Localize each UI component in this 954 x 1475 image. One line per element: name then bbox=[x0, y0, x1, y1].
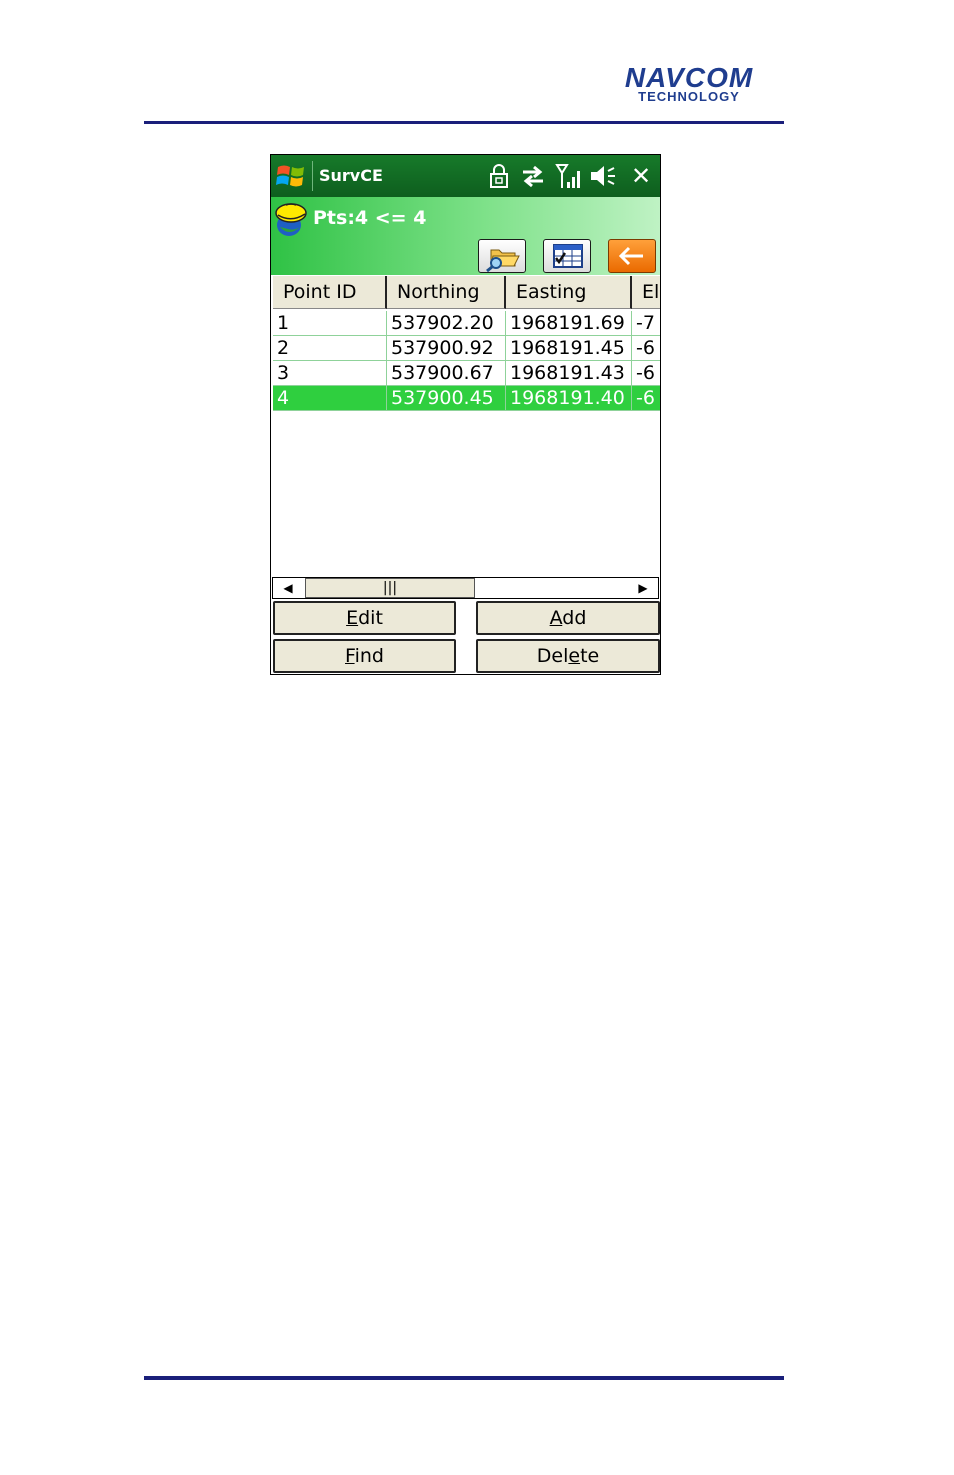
cell-easting: 1968191.69 bbox=[506, 311, 632, 336]
scroll-right-icon[interactable]: ▶ bbox=[630, 578, 656, 598]
delete-label: te bbox=[580, 645, 600, 667]
device-screen: SurvCE ✕ Pts:4 <= 4 Point ID Northing Ea… bbox=[270, 154, 661, 675]
points-count-title: Pts:4 <= 4 bbox=[313, 207, 427, 229]
open-folder-icon bbox=[486, 249, 520, 273]
cell-northing: 537900.45 bbox=[387, 386, 506, 411]
table-row-selected[interactable]: 4 537900.45 1968191.40 -6 bbox=[271, 386, 660, 411]
cell-elevation: -6 bbox=[632, 361, 660, 386]
close-icon[interactable]: ✕ bbox=[627, 161, 655, 191]
cell-northing: 537900.67 bbox=[387, 361, 506, 386]
back-button[interactable] bbox=[608, 239, 656, 273]
find-button[interactable]: Find bbox=[273, 639, 456, 673]
edit-label: dit bbox=[358, 607, 383, 629]
app-title: SurvCE bbox=[319, 166, 383, 185]
survce-helmet-icon bbox=[275, 203, 307, 236]
column-header-northing[interactable]: Northing bbox=[387, 276, 506, 309]
title-bar: SurvCE ✕ bbox=[271, 155, 660, 197]
cell-point-id: 2 bbox=[273, 336, 387, 361]
cell-easting: 1968191.45 bbox=[506, 336, 632, 361]
find-mnemonic: F bbox=[345, 645, 355, 667]
add-mnemonic: A bbox=[549, 607, 563, 629]
header-rule bbox=[144, 121, 784, 124]
sync-arrows-icon[interactable] bbox=[519, 163, 547, 189]
logo-line2: TECHNOLOGY bbox=[638, 89, 740, 104]
speaker-muted-icon[interactable] bbox=[589, 163, 617, 189]
add-button[interactable]: Add bbox=[476, 601, 660, 635]
scroll-thumb[interactable]: ||| bbox=[305, 578, 475, 598]
signal-icon[interactable] bbox=[555, 163, 583, 189]
add-label: dd bbox=[562, 607, 587, 629]
cell-elevation: -6 bbox=[632, 386, 660, 411]
title-separator bbox=[312, 161, 313, 191]
delete-mnemonic: e bbox=[568, 645, 581, 667]
points-header: Pts:4 <= 4 bbox=[271, 197, 660, 275]
edit-button[interactable]: Edit bbox=[273, 601, 456, 635]
cell-elevation: -7 bbox=[632, 311, 660, 336]
column-header-elevation[interactable]: El bbox=[632, 276, 660, 309]
table-row[interactable]: 1 537902.20 1968191.69 -7 bbox=[271, 311, 660, 336]
back-arrow-icon bbox=[618, 246, 643, 266]
cell-easting: 1968191.43 bbox=[506, 361, 632, 386]
table-view-icon bbox=[553, 244, 583, 268]
delete-label-pre: Del bbox=[536, 645, 569, 667]
find-label: ind bbox=[354, 645, 384, 667]
table-row[interactable]: 3 537900.67 1968191.43 -6 bbox=[271, 361, 660, 386]
navcom-logo: NAVCOM TECHNOLOGY bbox=[596, 62, 782, 106]
cell-point-id: 3 bbox=[273, 361, 387, 386]
edit-mnemonic: E bbox=[346, 607, 359, 629]
cell-point-id: 4 bbox=[273, 386, 387, 411]
column-header-easting[interactable]: Easting bbox=[506, 276, 632, 309]
footer-rule bbox=[144, 1376, 784, 1380]
cell-elevation: -6 bbox=[632, 336, 660, 361]
delete-button[interactable]: Delete bbox=[476, 639, 660, 673]
points-table: Point ID Northing Easting El 1 537902.20… bbox=[271, 275, 660, 575]
table-view-button[interactable] bbox=[543, 239, 591, 273]
logo-line1: NAVCOM bbox=[624, 62, 754, 93]
column-header-point-id[interactable]: Point ID bbox=[273, 276, 387, 309]
open-folder-button[interactable] bbox=[478, 239, 526, 273]
table-row[interactable]: 2 537900.92 1968191.45 -6 bbox=[271, 336, 660, 361]
cell-northing: 537902.20 bbox=[387, 311, 506, 336]
cell-northing: 537900.92 bbox=[387, 336, 506, 361]
cell-easting: 1968191.40 bbox=[506, 386, 632, 411]
windows-start-icon[interactable] bbox=[275, 161, 307, 191]
scroll-left-icon[interactable]: ◀ bbox=[275, 578, 301, 598]
horizontal-scrollbar[interactable]: ◀ ||| ▶ bbox=[272, 577, 659, 599]
lock-icon[interactable] bbox=[485, 163, 513, 189]
cell-point-id: 1 bbox=[273, 311, 387, 336]
